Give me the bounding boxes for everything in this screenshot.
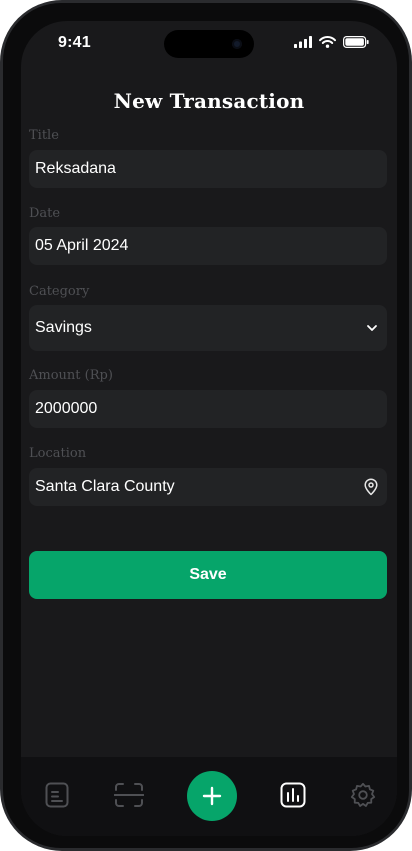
category-label: Category: [29, 284, 90, 299]
nav-statistics[interactable]: [275, 777, 311, 813]
amount-label: Amount (Rp): [29, 368, 113, 383]
amount-value: 2000000: [35, 400, 98, 417]
battery-icon: [343, 36, 369, 48]
category-value: Savings: [35, 319, 92, 336]
add-transaction-button[interactable]: [187, 771, 237, 821]
nav-scan[interactable]: [111, 777, 147, 813]
nav-transactions[interactable]: [39, 777, 75, 813]
location-pin-icon[interactable]: [363, 478, 379, 496]
dynamic-island: [164, 30, 254, 58]
status-time: 9:41: [58, 34, 91, 51]
location-field[interactable]: Santa Clara County: [29, 468, 387, 506]
location-value: Santa Clara County: [35, 478, 175, 495]
chart-icon: [280, 782, 306, 808]
status-bar: 9:41: [21, 21, 397, 69]
plus-icon: [202, 786, 222, 806]
title-value: Reksadana: [35, 160, 116, 177]
nav-settings[interactable]: [345, 777, 381, 813]
location-label: Location: [29, 446, 87, 461]
date-field[interactable]: 05 April 2024: [29, 227, 387, 265]
date-label: Date: [29, 206, 61, 221]
phone-frame: 9:41 New Transaction Title Reksadana Dat…: [0, 0, 412, 851]
title-field[interactable]: Reksadana: [29, 150, 387, 188]
bottom-nav: [21, 757, 397, 836]
wifi-icon: [319, 36, 336, 48]
page-title: New Transaction: [113, 89, 305, 113]
scan-icon: [114, 783, 144, 807]
save-button[interactable]: Save: [29, 551, 387, 599]
document-icon: [45, 782, 69, 808]
title-label: Title: [29, 128, 59, 143]
signal-icon: [294, 36, 312, 48]
gear-icon: [350, 782, 376, 807]
chevron-down-icon[interactable]: [365, 321, 379, 335]
date-value: 05 April 2024: [35, 237, 129, 254]
category-select[interactable]: Savings: [29, 305, 387, 351]
app-screen: 9:41 New Transaction Title Reksadana Dat…: [21, 21, 397, 836]
amount-field[interactable]: 2000000: [29, 390, 387, 428]
status-icons: [294, 36, 369, 48]
phone-bezel: 9:41 New Transaction Title Reksadana Dat…: [3, 3, 409, 848]
camera-icon: [232, 39, 242, 49]
